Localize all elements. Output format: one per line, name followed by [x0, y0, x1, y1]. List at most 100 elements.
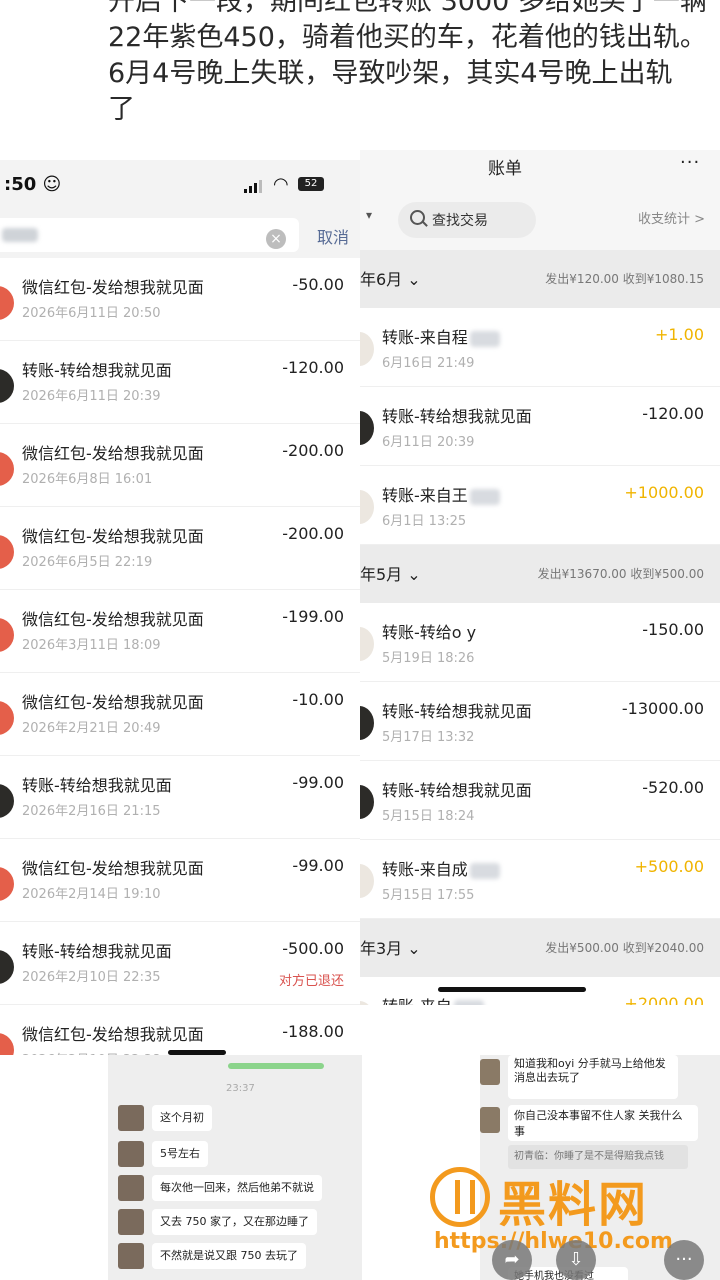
bill-time: 5月19日 18:26 — [382, 651, 475, 666]
bill-time: 5月15日 17:55 — [382, 888, 475, 903]
blurred-name — [469, 862, 500, 879]
avatar — [0, 369, 14, 403]
transaction-title: 微信红包-发给想我就见面 — [22, 444, 204, 463]
search-query-blurred — [2, 228, 38, 242]
transaction-amount: -188.00 — [282, 1022, 344, 1041]
avatar — [0, 618, 14, 652]
avatar — [360, 785, 374, 819]
avatar — [0, 286, 14, 320]
wifi-icon: ◠ — [273, 174, 289, 195]
bill-title-text: 转账-转给想我就见面 — [382, 781, 532, 800]
avatar — [0, 784, 14, 818]
watermark-url: https://hlwe10.com — [434, 1229, 673, 1254]
avatar — [480, 1107, 500, 1133]
avatar — [0, 452, 14, 486]
transaction-row[interactable]: 微信红包-发给想我就见面 2026年6月11日 20:50 -50.00 — [0, 258, 360, 341]
chat-bubble: 你自己没本事留不住人家 关我什么事 — [508, 1105, 698, 1141]
download-icon[interactable]: ⇩ — [556, 1240, 596, 1280]
bill-time: 5月17日 13:32 — [382, 730, 475, 745]
search-input[interactable]: × — [0, 218, 299, 252]
transaction-time: 2026年2月21日 20:49 — [22, 721, 161, 736]
chat-message: 每次他一回来，然后他弟不就说 — [118, 1175, 358, 1203]
transaction-row[interactable]: 转账-转给想我就见面 2026年2月10日 22:35 -500.00 对方已退还 — [0, 922, 360, 1005]
transaction-title: 微信红包-发给想我就见面 — [22, 1025, 204, 1044]
transaction-row[interactable]: 微信红包-发给想我就见面 2026年6月8日 16:01 -200.00 — [0, 424, 360, 507]
avatar — [118, 1209, 144, 1235]
battery-icon: 52 — [298, 177, 324, 191]
avatar — [360, 864, 374, 898]
transaction-title: 转账-转给想我就见面 — [22, 361, 172, 380]
bill-row[interactable]: 转账-转给想我就见面 5月15日 18:24 -520.00 — [360, 761, 720, 840]
more-icon[interactable]: ··· — [680, 152, 700, 173]
bill-title: 转账-来自程 — [382, 324, 500, 348]
cancel-button[interactable]: 取消 — [317, 224, 349, 248]
transaction-amount: -99.00 — [292, 856, 344, 875]
chat-bubble: 这个月初 — [152, 1105, 212, 1131]
clear-icon[interactable]: × — [266, 229, 286, 249]
month-label: 年3月 ⌄ — [360, 939, 421, 958]
transaction-row[interactable]: 微信红包-发给想我就见面 2026年6月5日 22:19 -200.00 — [0, 507, 360, 590]
month-header[interactable]: 年3月 ⌄ 发出¥500.00 收到¥2040.00 — [360, 919, 720, 977]
transaction-row[interactable]: 转账-转给想我就见面 2026年2月16日 21:15 -99.00 — [0, 756, 360, 839]
bill-list: 年6月 ⌄ 发出¥120.00 收到¥1080.15 转账-来自程 6月16日 21:… — [360, 250, 720, 1005]
blurred-name — [469, 488, 500, 505]
left-transaction-panel: :50 ☺ ◠ 52 × 取消 微信红包-发给想我就见面 2026年6月11日 2… — [0, 160, 360, 1055]
bill-row[interactable]: 转账-来自程 6月16日 21:49 +1.00 — [360, 308, 720, 387]
bill-title: 转账-来自 — [382, 993, 484, 1005]
chat-bubble: 又去 750 家了，又在那边睡了 — [152, 1209, 317, 1235]
chat-bubble: 每次他一回来，然后他弟不就说 — [152, 1175, 322, 1201]
month-summary: 发出¥13670.00 收到¥500.00 — [537, 567, 704, 581]
status-time: :50 ☺ — [4, 174, 62, 195]
transaction-time: 2026年6月11日 20:50 — [22, 306, 161, 321]
more-icon[interactable]: ··· — [664, 1240, 704, 1280]
transaction-time: 2026年6月8日 16:01 — [22, 472, 153, 487]
transaction-list: 微信红包-发给想我就见面 2026年6月11日 20:50 -50.00 转账-转给想… — [0, 258, 360, 1055]
transaction-row[interactable]: 微信红包-发给想我就见面 2026年2月21日 20:49 -10.00 — [0, 673, 360, 756]
transaction-time: 2026年3月11日 18:09 — [22, 638, 161, 653]
avatar — [360, 627, 374, 661]
transaction-row[interactable]: 转账-转给想我就见面 2026年6月11日 20:39 -120.00 — [0, 341, 360, 424]
watermark-brand: 黑料网 — [498, 1177, 649, 1233]
avatar — [118, 1243, 144, 1269]
page-title: 账单 — [488, 159, 522, 179]
chat-message: 这个月初 — [118, 1105, 358, 1133]
avatar — [118, 1105, 144, 1131]
bill-row[interactable]: 转账-来自王 6月1日 13:25 +1000.00 — [360, 466, 720, 545]
share-icon[interactable]: ➦ — [492, 1240, 532, 1280]
bill-amount: -520.00 — [642, 778, 704, 797]
avatar — [360, 706, 374, 740]
month-header[interactable]: 年6月 ⌄ 发出¥120.00 收到¥1080.15 — [360, 250, 720, 308]
bill-row[interactable]: 转账-转给想我就见面 6月11日 20:39 -120.00 — [360, 387, 720, 466]
bill-row[interactable]: 转账-来自成 5月15日 17:55 +500.00 — [360, 840, 720, 919]
transaction-row[interactable]: 微信红包-发给想我就见面 2026年2月14日 19:10 -99.00 — [0, 839, 360, 922]
chat-screenshot-left: 23:37 这个月初 5号左右 每次他一回来，然后他弟不就说 又去 750 家了… — [108, 1055, 362, 1280]
avatar — [118, 1141, 144, 1167]
avatar — [0, 950, 14, 984]
bill-panel: 账单 ··· ▾ 查找交易 收支统计 > 年6月 ⌄ 发出¥120.00 收到¥1… — [360, 150, 720, 1005]
chat-message: 又去 750 家了，又在那边睡了 — [118, 1209, 358, 1237]
avatar — [0, 867, 14, 901]
transaction-amount: -500.00 — [282, 939, 344, 958]
bill-title: 转账-来自王 — [382, 482, 500, 506]
transaction-amount: -200.00 — [282, 524, 344, 543]
avatar — [360, 332, 374, 366]
bill-row[interactable]: 转账-转给o y 5月19日 18:26 -150.00 — [360, 603, 720, 682]
bill-row[interactable]: 转账-转给想我就见面 5月17日 13:32 -13000.00 — [360, 682, 720, 761]
bill-time: 6月1日 13:25 — [382, 514, 467, 529]
avatar — [360, 1001, 374, 1005]
stats-link[interactable]: 收支统计 > — [638, 208, 705, 227]
bill-amount: +1000.00 — [624, 483, 704, 502]
chevron-down-icon[interactable]: ▾ — [366, 208, 372, 222]
transaction-time: 2026年6月5日 22:19 — [22, 555, 153, 570]
chat-bubble: 不然就是说又跟 750 去玩了 — [152, 1243, 306, 1269]
transaction-row[interactable]: 微信红包-发给想我就见面2026年2月10日 22:28-188.00 — [0, 1005, 360, 1055]
month-header[interactable]: 年5月 ⌄ 发出¥13670.00 收到¥500.00 — [360, 545, 720, 603]
transaction-amount: -99.00 — [292, 773, 344, 792]
month-label: 年5月 ⌄ — [360, 565, 421, 584]
month-label: 年6月 ⌄ — [360, 270, 421, 289]
find-transaction-button[interactable]: 查找交易 — [398, 202, 536, 238]
bill-toolbar: ▾ 查找交易 收支统计 > — [360, 188, 720, 250]
bill-title: 转账-转给o y — [382, 619, 476, 643]
transaction-amount: -120.00 — [282, 358, 344, 377]
transaction-row[interactable]: 微信红包-发给想我就见面 2026年3月11日 18:09 -199.00 — [0, 590, 360, 673]
